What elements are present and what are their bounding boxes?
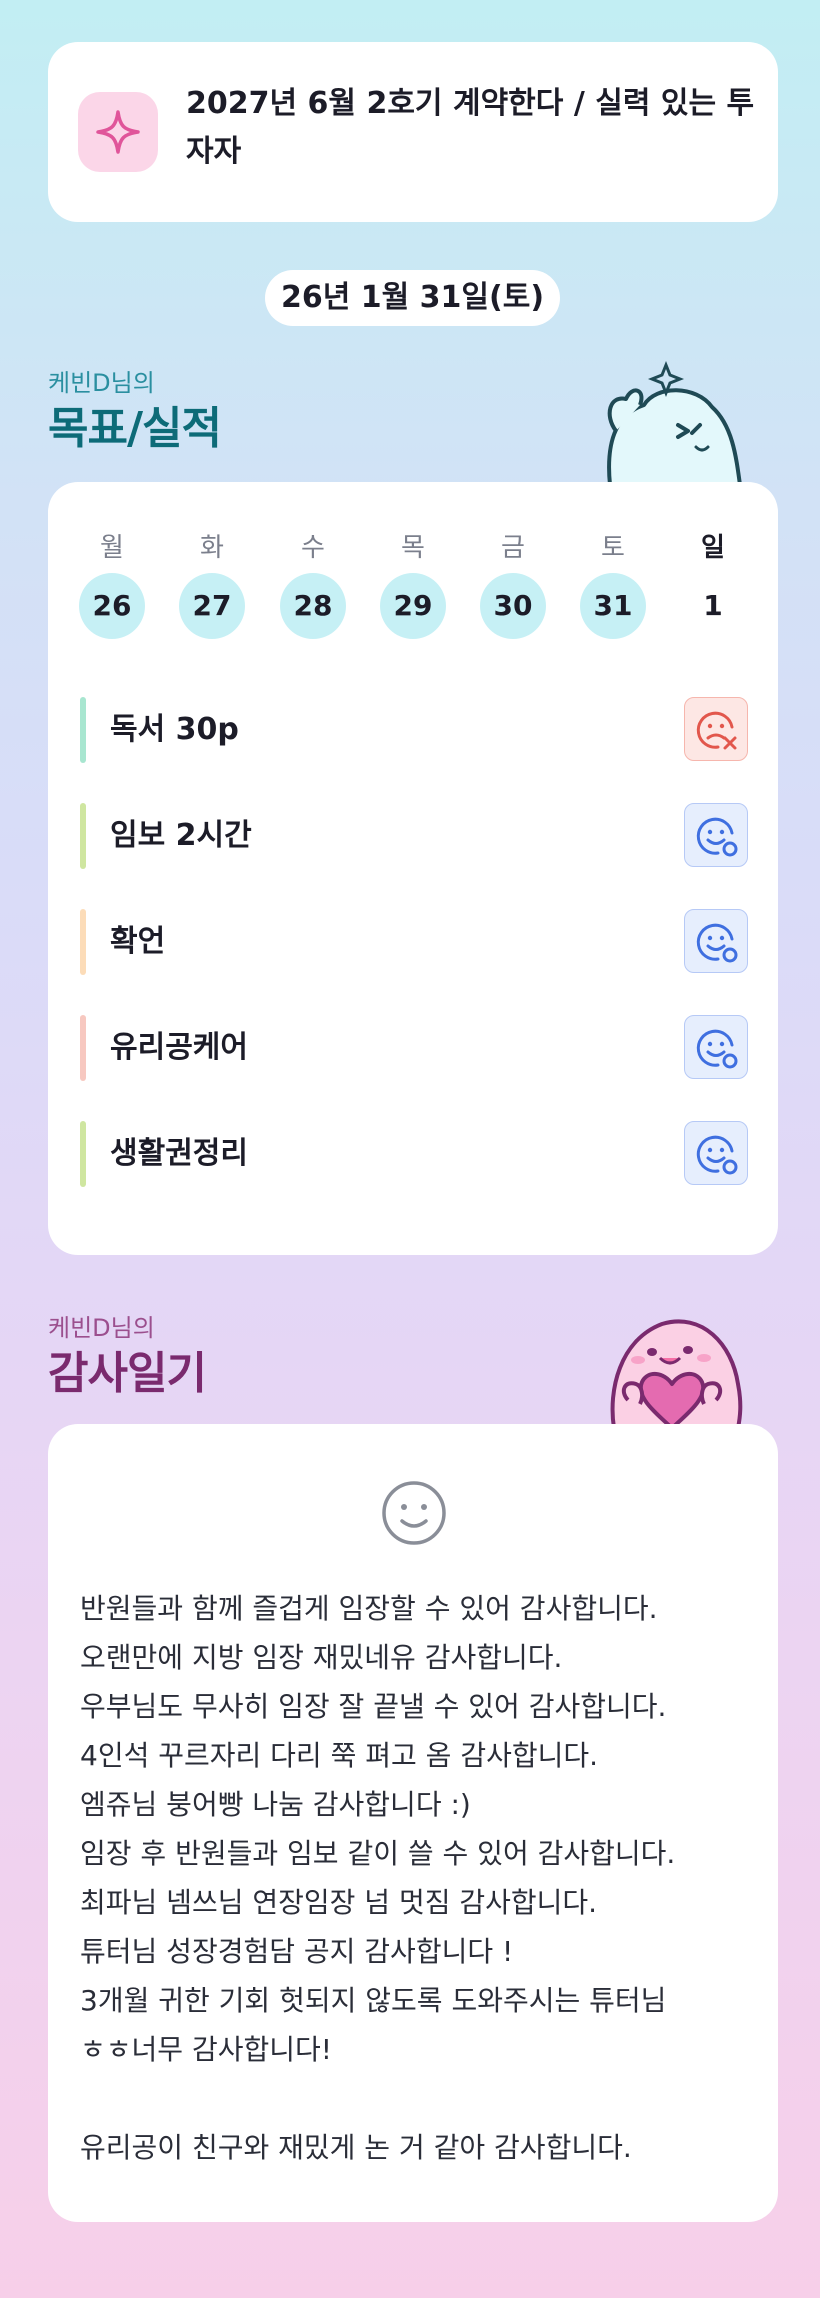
- goals-title: 목표/실적: [48, 403, 222, 454]
- diary-line: 임장 후 반원들과 임보 같이 쓸 수 있어 감사합니다.: [80, 1837, 676, 1870]
- task-label: 임보 2시간: [110, 818, 252, 853]
- task-color-bar: [80, 1121, 86, 1187]
- task-status-button[interactable]: [684, 803, 748, 867]
- right-gutter: [820, 0, 827, 2298]
- diary-line: 4인석 꾸르자리 다리 쭉 펴고 옴 감사합니다.: [80, 1739, 599, 1772]
- weekday-sat: 토: [601, 533, 625, 563]
- heart-hugging-mascot-icon: [610, 1319, 743, 1428]
- waving-ghost-mascot-icon: [607, 360, 742, 485]
- day-28[interactable]: 28: [280, 573, 346, 639]
- diary-line: ㅎㅎ너무 감사합니다!: [80, 2033, 332, 2066]
- day-29[interactable]: 29: [380, 573, 446, 639]
- gratitude-card: 반원들과 함께 즐겁게 임장할 수 있어 감사합니다. 오랜만에 지방 임장 재…: [48, 1424, 778, 2222]
- task-label: 확언: [110, 924, 166, 959]
- goal-text: 2027년 6월 2호기 계약한다 / 실력 있는 투 자자: [186, 80, 758, 176]
- smile-face-check-icon: [696, 1135, 738, 1175]
- goals-card: 월 화 수 목 금 토 일 26 27 28 29 30 31 1 독서 30p: [48, 482, 778, 1255]
- day-30[interactable]: 30: [480, 573, 546, 639]
- date-pill[interactable]: 26년 1월 31일(토): [265, 270, 560, 326]
- diary-line: 반원들과 함께 즐겁게 임장할 수 있어 감사합니다.: [80, 1592, 658, 1625]
- weekday-sun: 일: [701, 533, 725, 563]
- task-color-bar: [80, 803, 86, 869]
- weekday-mon: 월: [100, 533, 124, 563]
- goal-card[interactable]: 2027년 6월 2호기 계약한다 / 실력 있는 투 자자: [48, 42, 778, 222]
- task-row: 생활권정리: [80, 1121, 748, 1187]
- weekday-wed: 수: [301, 533, 325, 563]
- task-color-bar: [80, 1015, 86, 1081]
- goal-text-line: 자자: [186, 134, 242, 169]
- task-row: 유리공케어: [80, 1015, 748, 1081]
- task-label: 생활권정리: [110, 1136, 248, 1171]
- smile-face-check-icon: [696, 817, 738, 857]
- page: 2027년 6월 2호기 계약한다 / 실력 있는 투 자자 26년 1월 31…: [0, 0, 820, 2298]
- day-27[interactable]: 27: [179, 573, 245, 639]
- diary-line: 튜터님 성장경험담 공지 감사합니다 !: [80, 1935, 514, 1968]
- diary-line: 유리공이 친구와 재밌게 논 거 같아 감사합니다.: [80, 2131, 632, 2164]
- week-calendar: 월 화 수 목 금 토 일 26 27 28 29 30 31 1: [48, 527, 778, 657]
- task-color-bar: [80, 697, 86, 763]
- day-31[interactable]: 31: [580, 573, 646, 639]
- task-row: 확언: [80, 909, 748, 975]
- sad-face-x-icon: [696, 711, 737, 750]
- task-row: 독서 30p: [80, 697, 748, 763]
- task-color-bar: [80, 909, 86, 975]
- weekday-thu: 목: [401, 533, 425, 563]
- task-label: 유리공케어: [110, 1030, 248, 1065]
- diary-line: 3개월 귀한 기회 헛되지 않도록 도와주시는 튜터님: [80, 1984, 667, 2017]
- gratitude-title: 감사일기: [48, 1348, 207, 1399]
- task-row: 임보 2시간: [80, 803, 748, 869]
- diary-line: 최파님 넴쓰님 연장임장 넘 멋짐 감사합니다.: [80, 1886, 598, 1919]
- weekday-fri: 금: [501, 533, 525, 563]
- gratitude-diary-text: 반원들과 함께 즐겁게 임장할 수 있어 감사합니다. 오랜만에 지방 임장 재…: [80, 1584, 760, 2172]
- task-status-button[interactable]: [684, 1015, 748, 1079]
- diary-line: [80, 2074, 760, 2123]
- task-status-button[interactable]: [684, 909, 748, 973]
- task-status-button[interactable]: [684, 697, 748, 761]
- diary-line: 우부님도 무사히 임장 잘 끝낼 수 있어 감사합니다.: [80, 1690, 667, 1723]
- sparkle-icon: [78, 92, 158, 172]
- weekday-tue: 화: [200, 533, 224, 563]
- diary-line: 오랜만에 지방 임장 재밌네유 감사합니다.: [80, 1641, 563, 1674]
- smile-face-check-icon: [696, 1029, 738, 1069]
- smile-face-check-icon: [696, 923, 738, 963]
- smiley-face-icon: [382, 1481, 446, 1545]
- goal-text-line: 2027년 6월 2호기 계약한다 / 실력 있는 투: [186, 86, 755, 121]
- diary-line: 엠쥬님 붕어빵 나눔 감사합니다 :): [80, 1788, 471, 1821]
- task-label: 독서 30p: [110, 712, 239, 747]
- task-status-button[interactable]: [684, 1121, 748, 1185]
- day-26[interactable]: 26: [79, 573, 145, 639]
- day-1[interactable]: 1: [680, 573, 746, 639]
